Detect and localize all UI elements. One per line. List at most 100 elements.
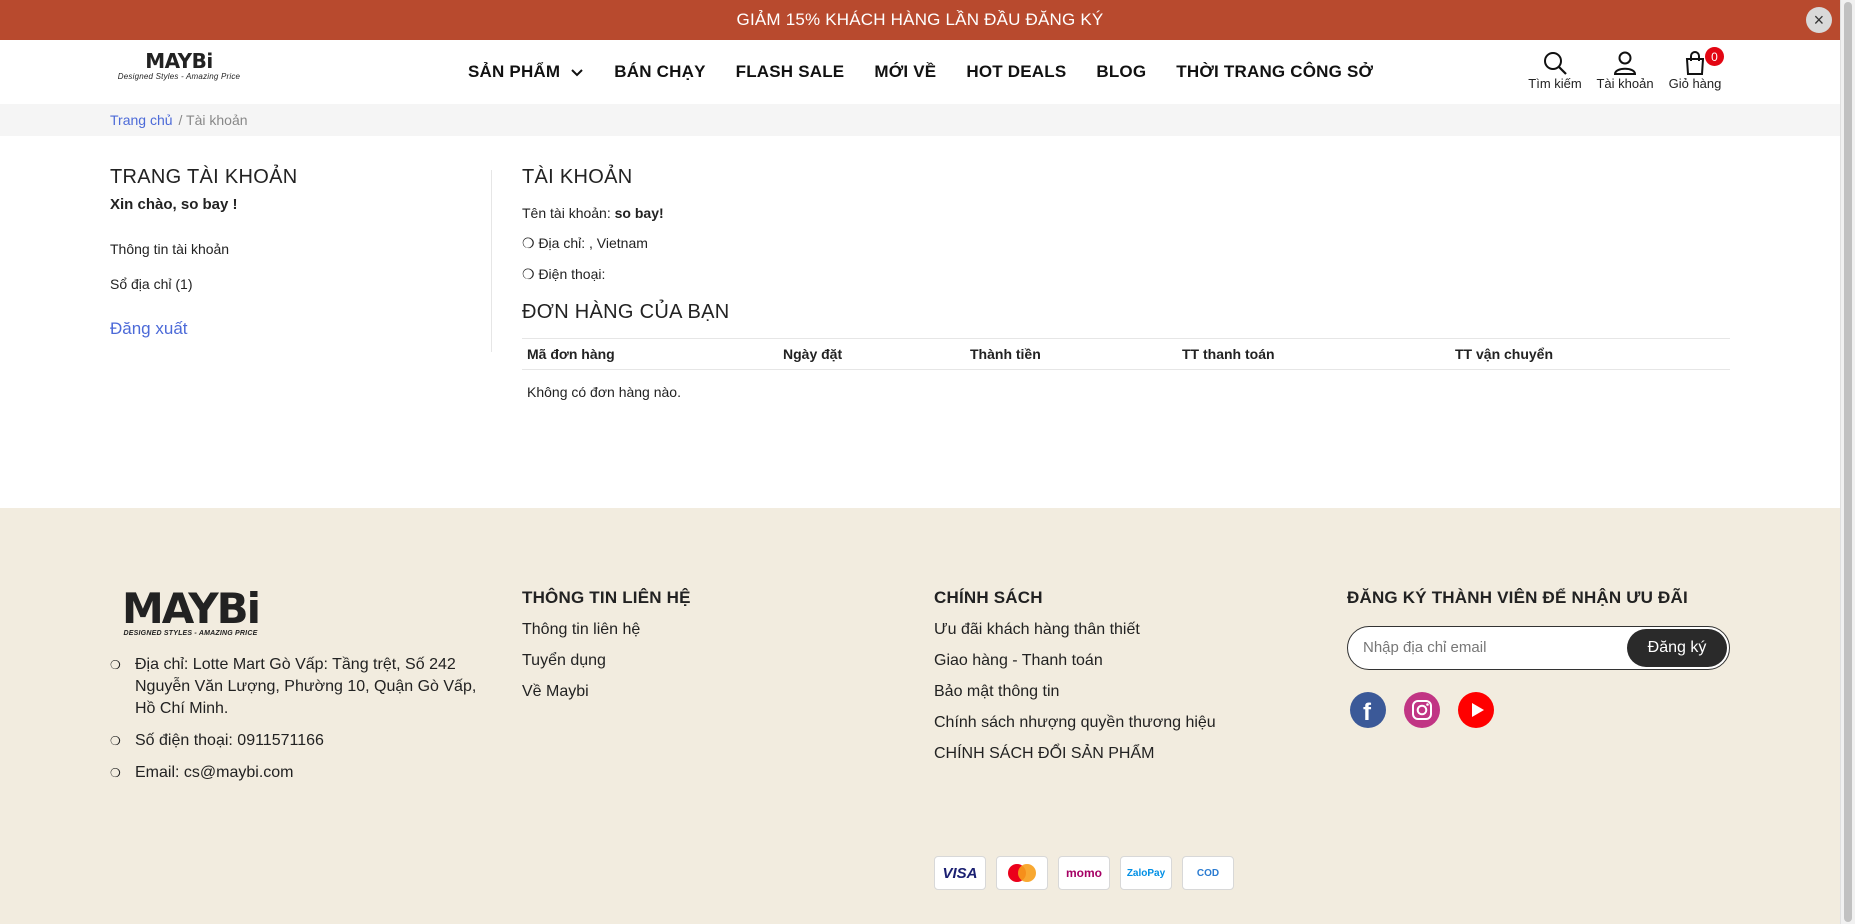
footer-link[interactable]: Thông tin liên hệ xyxy=(522,621,691,639)
visa-label: VISA xyxy=(942,864,978,882)
cart-label: Giỏ hàng xyxy=(1668,76,1722,91)
nav-item-san-pham[interactable]: SẢN PHẨM xyxy=(468,62,584,82)
orders-title: ĐƠN HÀNG CỦA BẠN xyxy=(522,301,730,323)
zalopay-label: ZaloPay xyxy=(1126,867,1166,879)
account-name-row: Tên tài khoản: so bay! xyxy=(522,205,1730,221)
footer-logo-wordmark: MAYBi xyxy=(121,584,261,633)
user-icon xyxy=(1613,51,1637,75)
nav-item-thoi-trang-cong-so[interactable]: THỜI TRANG CÔNG SỞ xyxy=(1176,62,1373,82)
scrollbar[interactable] xyxy=(1840,0,1855,924)
nav-item-flash-sale[interactable]: FLASH SALE xyxy=(736,62,845,82)
sidebar-link-account-info[interactable]: Thông tin tài khoản xyxy=(110,241,490,257)
footer-info-column: THÔNG TIN LIÊN HỆ Thông tin liên hệ Tuyể… xyxy=(522,588,691,701)
empty-orders-message: Không có đơn hàng nào. xyxy=(527,384,681,400)
logout-link[interactable]: Đăng xuất xyxy=(110,319,490,339)
footer-link[interactable]: CHÍNH SÁCH ĐỔI SẢN PHẨM xyxy=(934,745,1216,763)
subscribe-button[interactable]: Đăng ký xyxy=(1627,629,1727,667)
breadcrumb-home[interactable]: Trang chủ xyxy=(110,112,173,128)
facebook-icon[interactable]: f xyxy=(1350,692,1386,728)
youtube-icon[interactable] xyxy=(1458,692,1494,728)
cart-count-badge: 0 xyxy=(1705,47,1724,66)
chevron-down-icon xyxy=(571,69,583,77)
breadcrumb: Trang chủ / Tài khoản xyxy=(0,104,1840,136)
payment-methods: VISA momo ZaloPay COD xyxy=(934,856,1234,890)
footer-logo-tagline: DESIGNED STYLES - AMAZING PRICE xyxy=(123,630,258,637)
instagram-icon[interactable] xyxy=(1404,692,1440,728)
table-row: Không có đơn hàng nào. xyxy=(522,370,1730,415)
footer-policy-column: CHÍNH SÁCH Ưu đãi khách hàng thân thiết … xyxy=(934,588,1216,763)
search-button[interactable]: Tìm kiếm xyxy=(1520,50,1590,91)
contact-address: Địa chỉ: Lotte Mart Gò Vấp: Tầng trệt, S… xyxy=(110,654,490,720)
footer-info-links: Thông tin liên hệ Tuyển dụng Về Maybi xyxy=(522,621,691,701)
sidebar-title: TRANG TÀI KHOẢN xyxy=(110,166,298,188)
footer-link[interactable]: Về Maybi xyxy=(522,683,691,701)
greeting: Xin chào, so bay ! xyxy=(110,196,238,213)
account-phone: ❍ Điện thoại: xyxy=(522,266,606,282)
logo-tagline: Designed Styles - Amazing Price xyxy=(117,72,241,81)
social-links: f xyxy=(1350,692,1730,728)
logo-wordmark: MAYBi xyxy=(145,49,213,73)
site-footer: MAYBi DESIGNED STYLES - AMAZING PRICE Đị… xyxy=(0,508,1840,924)
column-header: Thành tiền xyxy=(965,338,1177,370)
momo-icon: momo xyxy=(1058,856,1110,890)
account-main: TRANG TÀI KHOẢN Xin chào, so bay ! Thông… xyxy=(0,136,1840,508)
breadcrumb-current: / Tài khoản xyxy=(178,112,248,128)
column-header: TT thanh toán xyxy=(1177,338,1450,370)
footer-link[interactable]: Chính sách nhượng quyền thương hiệu xyxy=(934,714,1216,732)
divider xyxy=(491,170,492,352)
nav-item-moi-ve[interactable]: MỚI VỀ xyxy=(874,62,936,82)
footer-policy-links: Ưu đãi khách hàng thân thiết Giao hàng -… xyxy=(934,621,1216,763)
account-name-value: so bay! xyxy=(614,205,664,221)
footer-link[interactable]: Bảo mật thông tin xyxy=(934,683,1216,701)
column-header: TT vận chuyển xyxy=(1450,338,1730,370)
account-name-label: Tên tài khoản: xyxy=(522,205,615,221)
promo-banner: GIẢM 15% KHÁCH HÀNG LẦN ĐẦU ĐĂNG KÝ × xyxy=(0,0,1840,40)
orders-table: Mã đơn hàng Ngày đặt Thành tiền TT thanh… xyxy=(522,338,1730,414)
footer-subscribe-column: ĐĂNG KÝ THÀNH VIÊN ĐỂ NHẬN ƯU ĐÃI Đăng k… xyxy=(1347,588,1730,728)
search-label: Tìm kiếm xyxy=(1528,76,1582,91)
contact-email: Email: cs@maybi.com xyxy=(110,762,490,784)
account-label: Tài khoản xyxy=(1596,76,1654,91)
nav-item-blog[interactable]: BLOG xyxy=(1096,62,1146,82)
cod-label: COD xyxy=(1196,867,1220,879)
footer-logo[interactable]: MAYBi DESIGNED STYLES - AMAZING PRICE xyxy=(118,584,263,638)
main-nav: SẢN PHẨM BÁN CHẠY FLASH SALE MỚI VỀ HOT … xyxy=(468,40,1373,104)
header-actions: Tìm kiếm Tài khoản Giỏ hàng 0 xyxy=(1520,47,1730,91)
account-address: ❍ Địa chỉ: , Vietnam xyxy=(522,235,648,251)
subscribe-form: Đăng ký xyxy=(1347,626,1730,670)
logo[interactable]: MAYBi Designed Styles - Amazing Price xyxy=(114,50,244,81)
sidebar-link-address-book[interactable]: Sổ địa chỉ (1) xyxy=(110,276,490,292)
visa-icon: VISA xyxy=(934,856,986,890)
nav-item-hot-deals[interactable]: HOT DEALS xyxy=(966,62,1066,82)
nav-label: SẢN PHẨM xyxy=(468,62,561,81)
contact-phone: Số điện thoại: 0911571166 xyxy=(110,730,490,752)
footer-info-title: THÔNG TIN LIÊN HỆ xyxy=(522,588,691,607)
footer-policy-title: CHÍNH SÁCH xyxy=(934,588,1043,607)
cod-truck-icon: COD xyxy=(1182,856,1234,890)
footer-link[interactable]: Tuyển dụng xyxy=(522,652,691,670)
contact-details: Địa chỉ: Lotte Mart Gò Vấp: Tầng trệt, S… xyxy=(110,654,490,794)
nav-item-ban-chay[interactable]: BÁN CHẠY xyxy=(614,62,705,82)
bag-icon xyxy=(1685,51,1705,75)
search-icon xyxy=(1544,52,1567,75)
subscribe-title: ĐĂNG KÝ THÀNH VIÊN ĐỂ NHẬN ƯU ĐÃI xyxy=(1347,588,1688,607)
site-header: MAYBi Designed Styles - Amazing Price SẢ… xyxy=(0,40,1840,104)
table-header-row: Mã đơn hàng Ngày đặt Thành tiền TT thanh… xyxy=(522,338,1730,370)
footer-link[interactable]: Giao hàng - Thanh toán xyxy=(934,652,1216,670)
footer-link[interactable]: Ưu đãi khách hàng thân thiết xyxy=(934,621,1216,639)
momo-label: momo xyxy=(1066,866,1102,880)
column-header: Ngày đặt xyxy=(778,338,965,370)
close-icon[interactable]: × xyxy=(1806,7,1832,33)
scrollbar-thumb[interactable] xyxy=(1844,2,1852,922)
zalopay-icon: ZaloPay xyxy=(1120,856,1172,890)
account-title: TÀI KHOẢN xyxy=(522,166,633,188)
account-button[interactable]: Tài khoản xyxy=(1590,50,1660,91)
account-sidebar: TRANG TÀI KHOẢN Xin chào, so bay ! Thông… xyxy=(110,166,490,339)
column-header: Mã đơn hàng xyxy=(522,338,778,370)
account-content: TÀI KHOẢN Tên tài khoản: so bay! ❍ Địa c… xyxy=(522,166,1730,414)
mastercard-icon xyxy=(996,856,1048,890)
cart-button[interactable]: Giỏ hàng 0 xyxy=(1660,47,1730,91)
promo-text: GIẢM 15% KHÁCH HÀNG LẦN ĐẦU ĐĂNG KÝ xyxy=(736,10,1104,29)
svg-text:f: f xyxy=(1363,699,1372,726)
email-input[interactable] xyxy=(1363,639,1613,656)
